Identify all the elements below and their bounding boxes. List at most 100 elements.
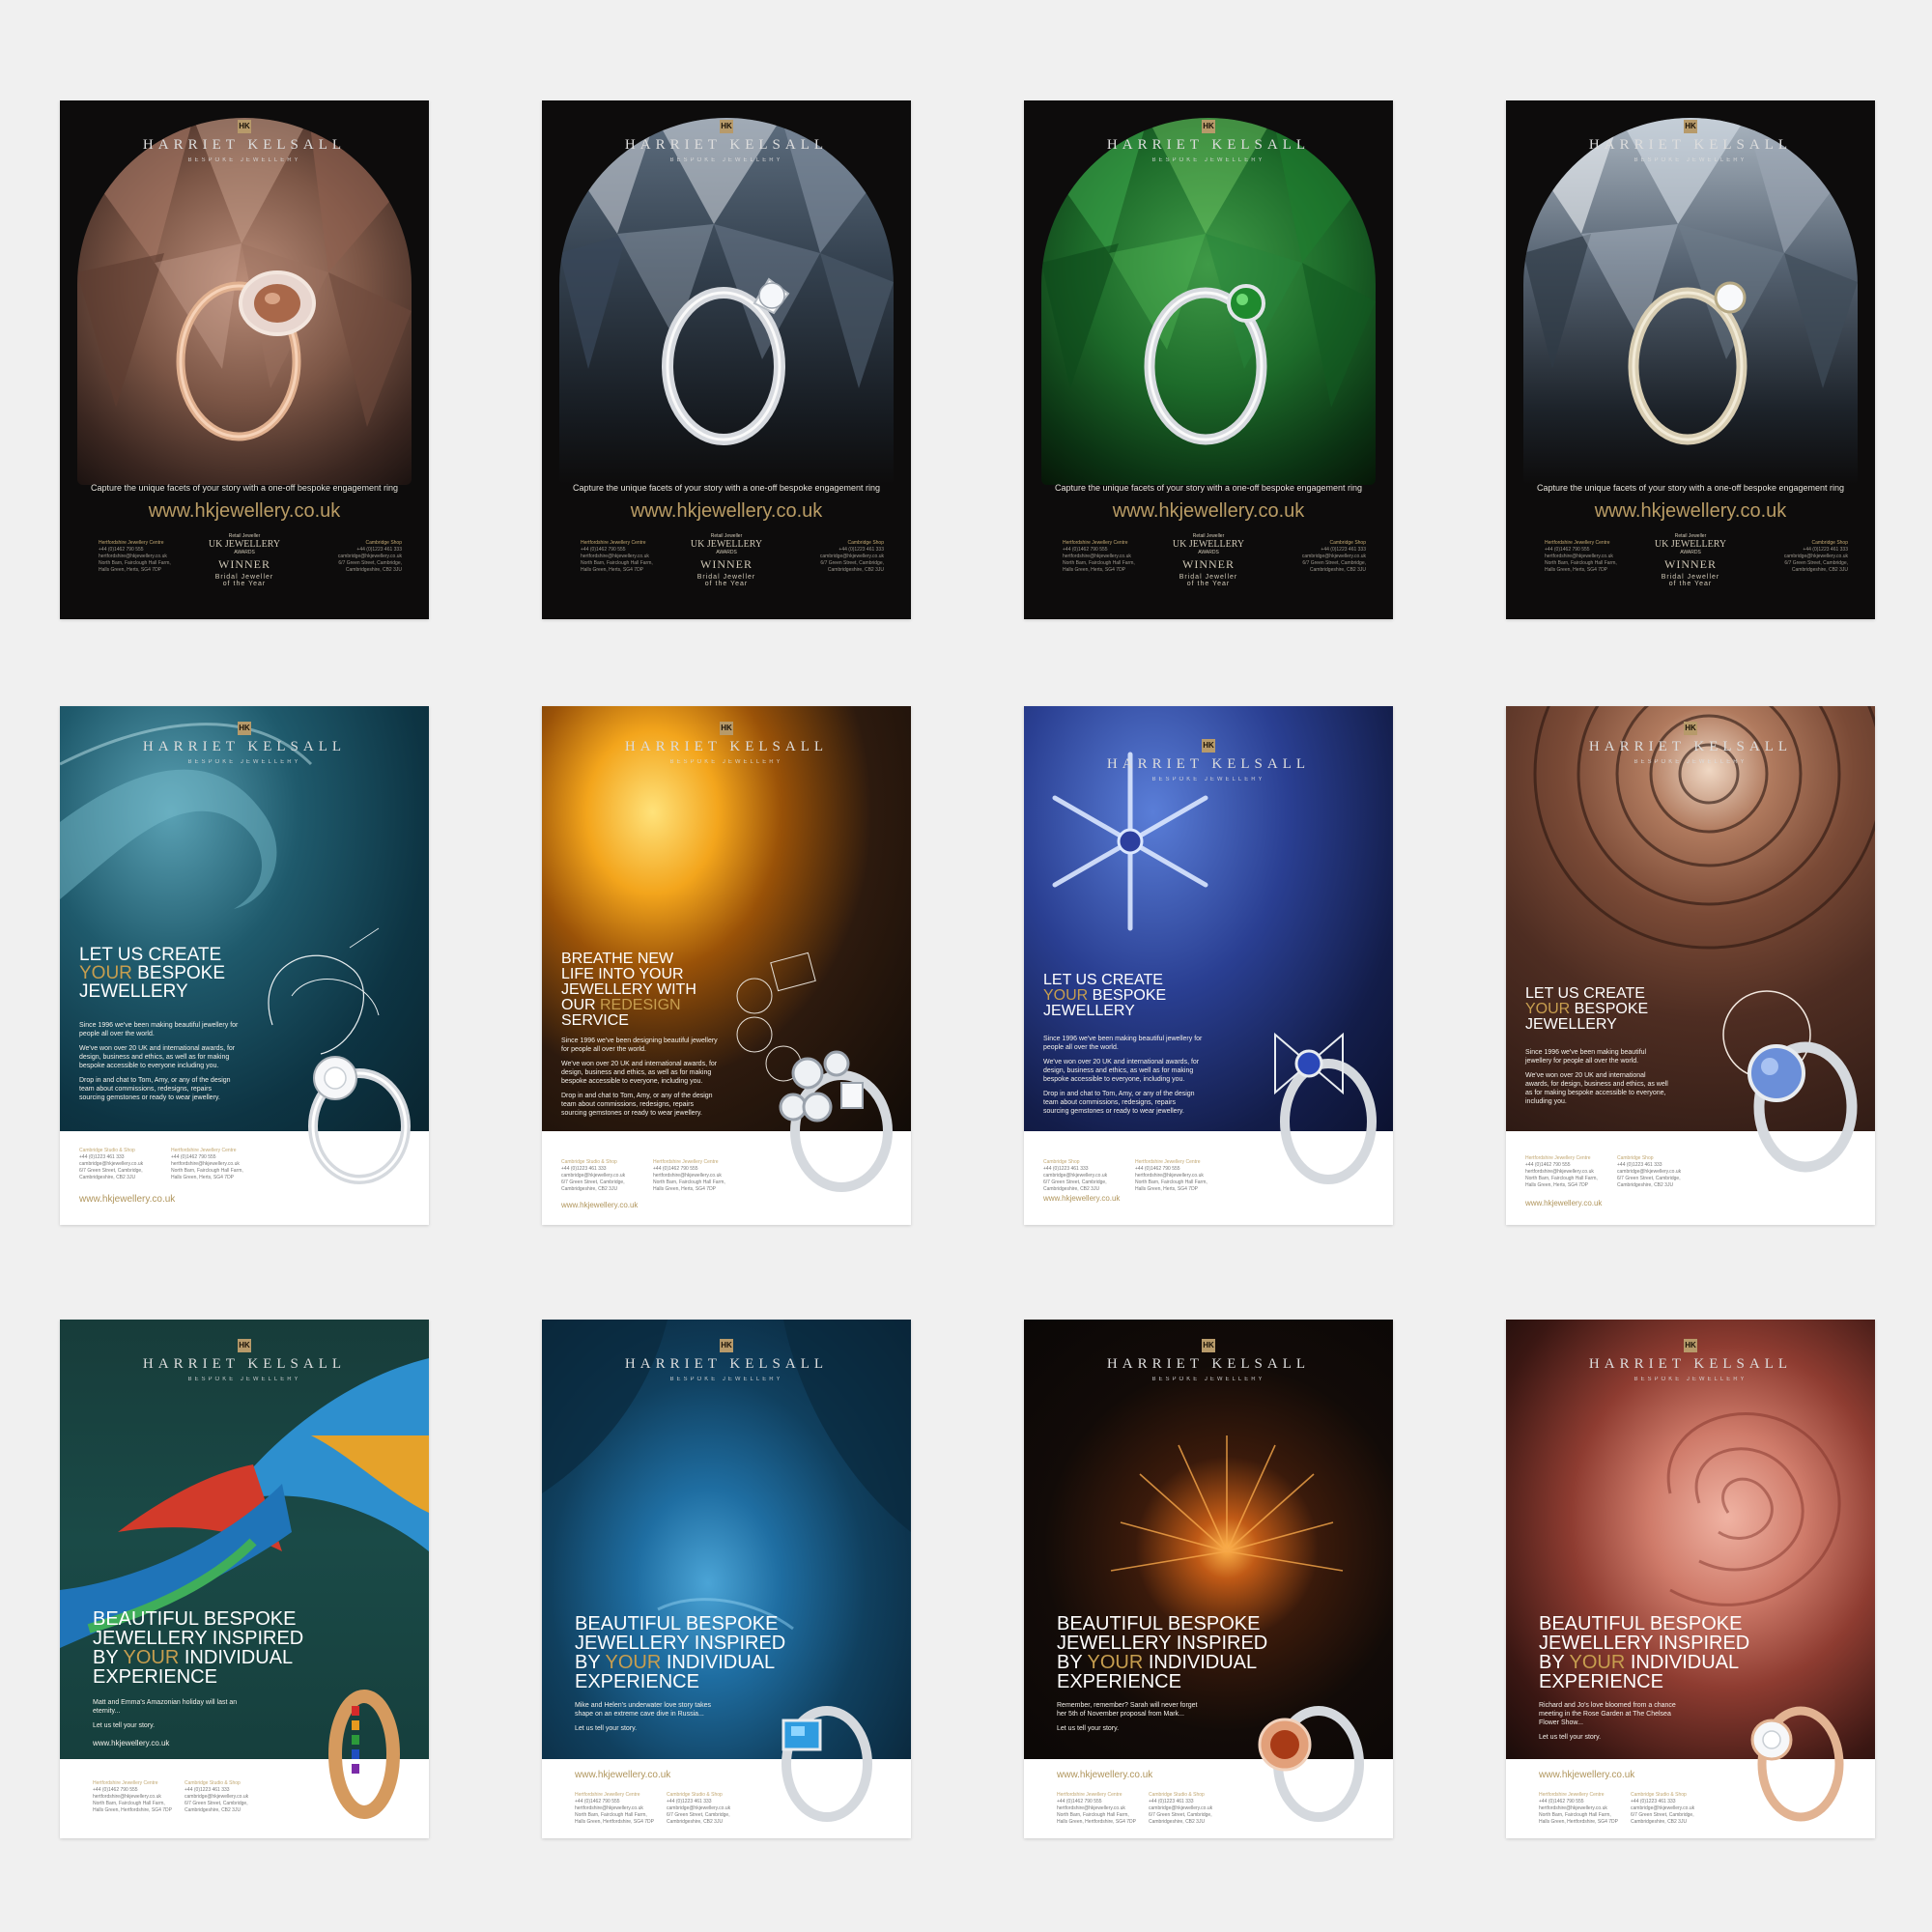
ad-url[interactable]: www.hkjewellery.co.uk	[93, 1739, 169, 1747]
ad-body: Remember, remember? Sarah will never for…	[1057, 1702, 1198, 1732]
emerald-ring	[1144, 284, 1267, 445]
brand-logo: HK HARRIET KELSALL BESPOKE JEWELLERY	[1506, 718, 1875, 765]
macaw-ad[interactable]: HK HARRIET KELSALL BESPOKE JEWELLERY BEA…	[60, 1320, 429, 1838]
contact-block: Cambridge Studio & Shop +44 (0)1223 461 3…	[561, 1159, 725, 1192]
ad-headline: BREATHE NEW LIFE INTO YOUR JEWELLERY WITH O…	[561, 951, 696, 1029]
fireworks-ad[interactable]: HK HARRIET KELSALL BESPOKE JEWELLERY BEA…	[1024, 1320, 1393, 1838]
brand-logo: HK HARRIET KELSALL BESPOKE JEWELLERY	[1024, 116, 1393, 163]
contact-block: Cambridge Studio & Shop +44 (0)1223 461 3…	[79, 1148, 243, 1180]
brand-logo: HK HARRIET KELSALL BESPOKE JEWELLERY	[1506, 116, 1875, 163]
brand-name: HARRIET KELSALL	[1106, 1356, 1311, 1372]
ad-headline: LET US CREATE YOUR BESPOKE JEWELLERY	[79, 945, 226, 1002]
contact-block: Hertfordshire Jewellery Centre +44 (0)146…	[93, 1780, 249, 1813]
hk-monogram: HK	[238, 1339, 251, 1352]
brand-name: HARRIET KELSALL	[624, 1356, 829, 1372]
facet-ad-gold-twist[interactable]: HK HARRIET KELSALL BESPOKE JEWELLERY Cap…	[1506, 100, 1875, 619]
ad-url[interactable]: www.hkjewellery.co.uk	[575, 1770, 670, 1780]
ad-url[interactable]: www.hkjewellery.co.uk	[1024, 500, 1393, 523]
contact-block: Hertfordshire Jewellery Centre +44 (0)146…	[1057, 1792, 1213, 1825]
brand-logo: HK HARRIET KELSALL BESPOKE JEWELLERY	[542, 116, 911, 163]
ad-grid: HK HARRIET KELSALL BESPOKE JEWELLERY Cap…	[0, 0, 1932, 1932]
contact-block: Hertfordshire Jewellery Centre +44 (0)146…	[1525, 1155, 1682, 1188]
brand-logo: HK HARRIET KELSALL BESPOKE JEWELLERY	[60, 1335, 429, 1382]
staircase-ad[interactable]: HK HARRIET KELSALL BESPOKE JEWELLERY LET…	[1506, 706, 1875, 1225]
brand-sub: BESPOKE JEWELLERY	[1634, 1377, 1747, 1382]
brand-name: HARRIET KELSALL	[624, 739, 829, 754]
ad-body: Mike and Helen's underwater love story t…	[575, 1702, 712, 1732]
brand-name: HARRIET KELSALL	[142, 137, 347, 153]
brand-sub: BESPOKE JEWELLERY	[1151, 777, 1265, 782]
ad-body: Richard and Jo's love bloomed from a cha…	[1539, 1702, 1676, 1741]
snowflake-ad[interactable]: HK HARRIET KELSALL BESPOKE JEWELLERY LET…	[1024, 706, 1393, 1225]
brand-logo: HK HARRIET KELSALL BESPOKE JEWELLERY	[1024, 1335, 1393, 1382]
rose-gold-halo-ring	[176, 270, 316, 441]
brand-name: HARRIET KELSALL	[1588, 137, 1793, 153]
hk-monogram: HK	[1684, 120, 1697, 133]
facet-ad-emerald[interactable]: HK HARRIET KELSALL BESPOKE JEWELLERY Cap…	[1024, 100, 1393, 619]
brand-name: HARRIET KELSALL	[1106, 137, 1311, 153]
facet-ad-platinum-twist[interactable]: HK HARRIET KELSALL BESPOKE JEWELLERY Cap…	[542, 100, 911, 619]
brand-logo: HK HARRIET KELSALL BESPOKE JEWELLERY	[1506, 1335, 1875, 1382]
hk-monogram: HK	[1684, 722, 1697, 735]
contact-block: Hertfordshire Jewellery Centre +44 (0)146…	[1539, 1792, 1695, 1825]
rose-gold-diamond-ring	[1750, 1706, 1844, 1822]
hk-monogram: HK	[720, 722, 733, 735]
ad-tagline: Capture the unique facets of your story …	[572, 483, 881, 493]
brand-logo: HK HARRIET KELSALL BESPOKE JEWELLERY	[542, 1335, 911, 1382]
ad-url[interactable]: www.hkjewellery.co.uk	[1057, 1770, 1152, 1780]
garnet-flower-ring	[1258, 1706, 1364, 1822]
bezel-cluster-ring	[779, 1050, 893, 1192]
ad-url[interactable]: www.hkjewellery.co.uk	[561, 1201, 638, 1209]
gold-twist-ring	[1628, 281, 1747, 445]
ad-url[interactable]: www.hkjewellery.co.uk	[79, 1194, 175, 1205]
ad-url[interactable]: www.hkjewellery.co.uk	[60, 500, 429, 523]
ad-url[interactable]: www.hkjewellery.co.uk	[1043, 1194, 1120, 1203]
contact-block: Cambridge Shop +44 (0)1223 461 333 cambri…	[1043, 1159, 1208, 1192]
brand-name: HARRIET KELSALL	[1588, 1356, 1793, 1372]
ad-tagline: Capture the unique facets of your story …	[1054, 483, 1363, 493]
brand-logo: HK HARRIET KELSALL BESPOKE JEWELLERY	[60, 116, 429, 163]
address-right: Cambridge Shop +44 (0)1223 461 333 cambri…	[1783, 540, 1848, 573]
brand-sub: BESPOKE JEWELLERY	[187, 759, 301, 765]
rainbow-band-ring	[328, 1690, 400, 1819]
ad-body: Matt and Emma's Amazonian holiday will l…	[93, 1699, 238, 1729]
brand-name: HARRIET KELSALL	[142, 739, 347, 754]
brand-name: HARRIET KELSALL	[1106, 756, 1311, 772]
redesign-ad[interactable]: HK HARRIET KELSALL BESPOKE JEWELLERY BRE…	[542, 706, 911, 1225]
wave-ad[interactable]: HK HARRIET KELSALL BESPOKE JEWELLERY LET…	[60, 706, 429, 1225]
ad-url[interactable]: www.hkjewellery.co.uk	[1525, 1199, 1602, 1208]
hk-monogram: HK	[720, 120, 733, 133]
brand-sub: BESPOKE JEWELLERY	[187, 157, 301, 163]
ad-url[interactable]: www.hkjewellery.co.uk	[542, 500, 911, 523]
rose-ad[interactable]: HK HARRIET KELSALL BESPOKE JEWELLERY BEA…	[1506, 1320, 1875, 1838]
sapphire-bow-ring	[1274, 1032, 1377, 1184]
brand-sub: BESPOKE JEWELLERY	[1634, 157, 1747, 163]
hk-monogram: HK	[1202, 120, 1215, 133]
address-right: Cambridge Shop +44 (0)1223 461 333 cambri…	[337, 540, 402, 573]
brand-name: HARRIET KELSALL	[1588, 739, 1793, 754]
brand-logo: HK HARRIET KELSALL BESPOKE JEWELLERY	[1024, 735, 1393, 782]
ad-headline: BEAUTIFUL BESPOKE JEWELLERY INSPIRED BY YO…	[575, 1613, 786, 1692]
hk-monogram: HK	[720, 1339, 733, 1352]
brand-name: HARRIET KELSALL	[624, 137, 829, 153]
address-right: Cambridge Shop +44 (0)1223 461 333 cambri…	[819, 540, 884, 573]
ad-headline: BEAUTIFUL BESPOKE JEWELLERY INSPIRED BY YO…	[1539, 1613, 1750, 1692]
brand-sub: BESPOKE JEWELLERY	[669, 1377, 783, 1382]
brand-sub: BESPOKE JEWELLERY	[669, 157, 783, 163]
ad-url[interactable]: www.hkjewellery.co.uk	[1539, 1770, 1634, 1780]
cave-ad[interactable]: HK HARRIET KELSALL BESPOKE JEWELLERY BEA…	[542, 1320, 911, 1838]
brand-sub: BESPOKE JEWELLERY	[1151, 157, 1265, 163]
brand-name: HARRIET KELSALL	[142, 1356, 347, 1372]
ad-url[interactable]: www.hkjewellery.co.uk	[1506, 500, 1875, 523]
ad-headline: BEAUTIFUL BESPOKE JEWELLERY INSPIRED BY YO…	[93, 1608, 304, 1688]
hk-monogram: HK	[1202, 739, 1215, 753]
brand-logo: HK HARRIET KELSALL BESPOKE JEWELLERY	[60, 718, 429, 765]
ad-tagline: Capture the unique facets of your story …	[1536, 483, 1845, 493]
facet-ad-rose-gold[interactable]: HK HARRIET KELSALL BESPOKE JEWELLERY Cap…	[60, 100, 429, 619]
ad-headline: BEAUTIFUL BESPOKE JEWELLERY INSPIRED BY YO…	[1057, 1613, 1268, 1692]
ad-body: Since 1996 we've been designing beautifu…	[561, 1037, 718, 1117]
brand-sub: BESPOKE JEWELLERY	[669, 759, 783, 765]
platinum-twist-ring	[662, 277, 790, 445]
contact-block: Hertfordshire Jewellery Centre +44 (0)146…	[575, 1792, 731, 1825]
ad-body: Since 1996 we've been making beautiful j…	[1525, 1049, 1668, 1105]
